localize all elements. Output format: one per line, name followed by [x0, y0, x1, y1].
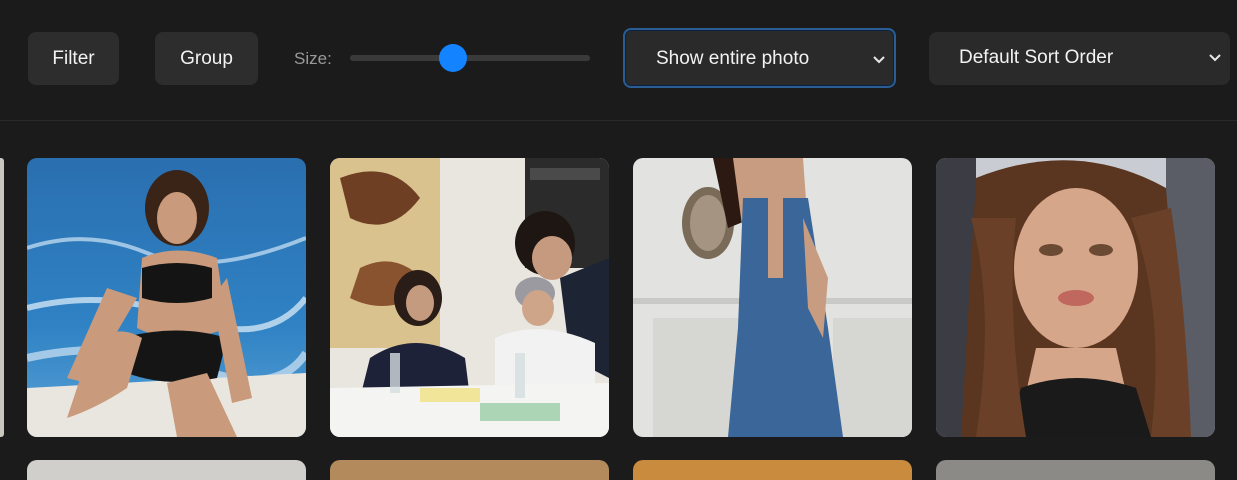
chevron-down-icon: [1209, 54, 1221, 62]
photo-image: [27, 158, 306, 437]
sort-order-value: Default Sort Order: [959, 47, 1114, 68]
filter-button[interactable]: Filter: [28, 32, 119, 85]
size-label: Size:: [294, 49, 332, 68]
size-slider[interactable]: [350, 44, 590, 72]
photo-tile[interactable]: [27, 158, 306, 437]
photo-tile[interactable]: [330, 460, 609, 480]
photo-tile[interactable]: [936, 158, 1215, 437]
photo-tile[interactable]: [330, 158, 609, 437]
view-mode-select[interactable]: Show entire photo: [623, 28, 896, 88]
photo-image: [633, 158, 912, 437]
photo-tile[interactable]: [27, 460, 306, 480]
size-slider-thumb[interactable]: [439, 44, 468, 72]
chevron-down-icon: [873, 56, 885, 64]
sort-order-select[interactable]: Default Sort Order: [929, 32, 1230, 85]
photo-image: [936, 158, 1215, 437]
photo-grid: [0, 121, 1237, 480]
view-mode-value: Show entire photo: [656, 48, 810, 69]
toolbar: Filter Group Size: Show entire photo Def…: [0, 0, 1237, 121]
partial-photo-tile[interactable]: [0, 158, 4, 437]
photo-tile[interactable]: [633, 158, 912, 437]
photo-image: [330, 158, 609, 437]
photo-tile[interactable]: [633, 460, 912, 480]
photo-tile[interactable]: [936, 460, 1215, 480]
group-button[interactable]: Group: [155, 32, 258, 85]
